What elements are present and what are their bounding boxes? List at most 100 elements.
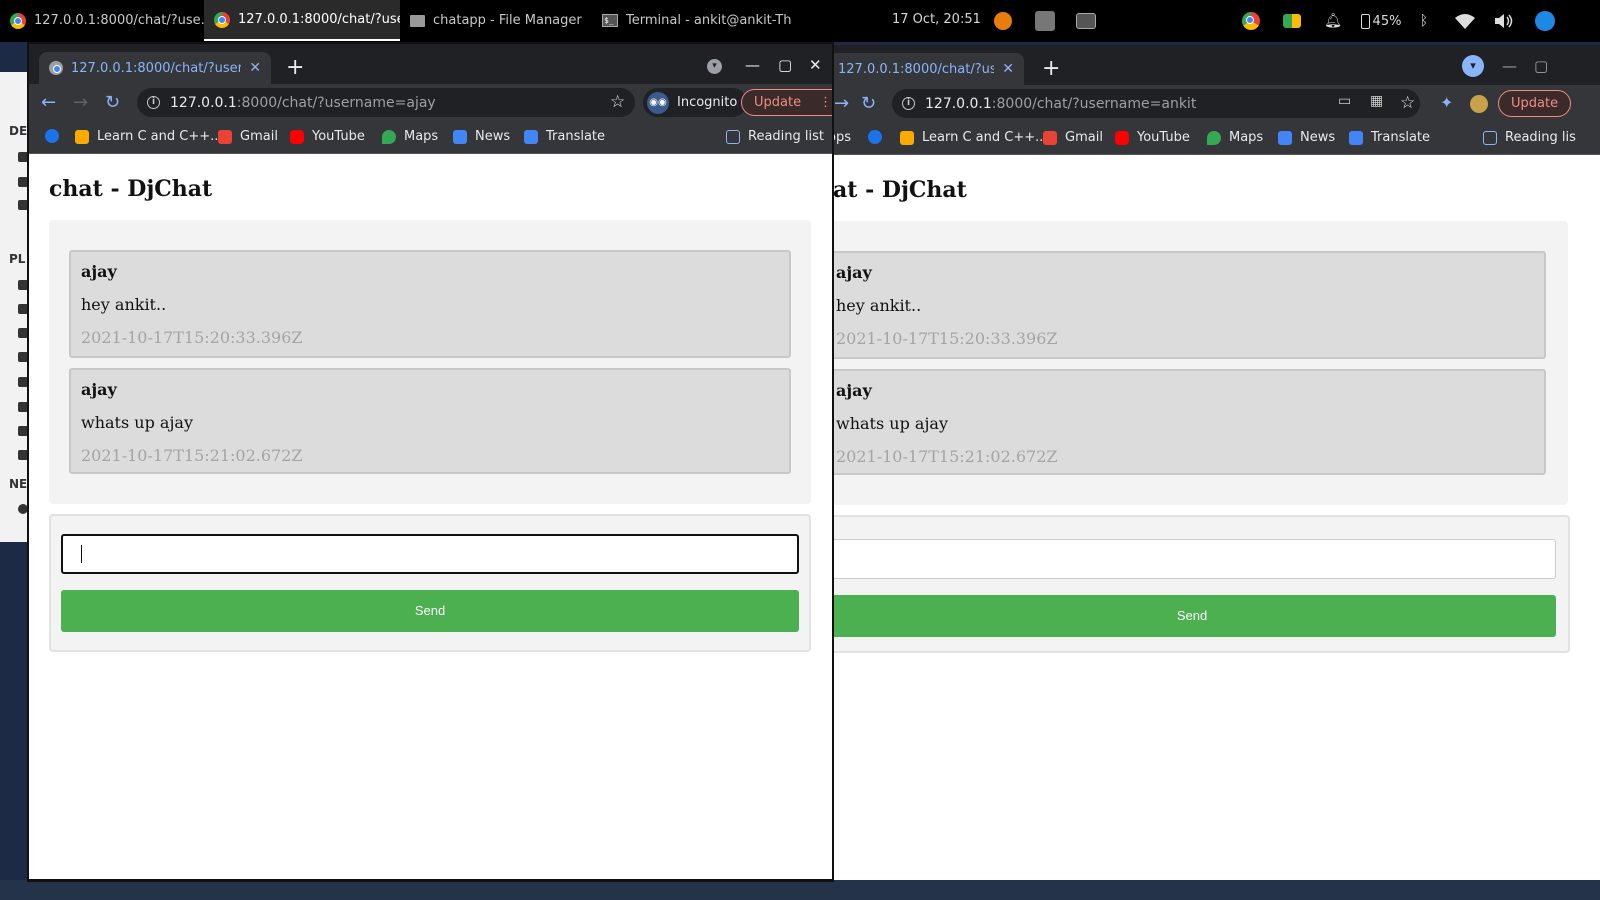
news-icon xyxy=(1278,130,1292,145)
youtube-icon xyxy=(1115,130,1129,145)
bookmark-globe[interactable] xyxy=(45,129,59,143)
battery-indicator[interactable]: 45% xyxy=(1356,10,1406,32)
taskbar-task-terminal[interactable]: $_ Terminal - ankit@ankit-Thi... xyxy=(592,0,792,41)
page-title: chat - DjChat xyxy=(49,176,213,202)
chat-message: ajay hey ankit.. 2021-10-17T15:20:33.396… xyxy=(830,251,1546,359)
system-monitor-icon[interactable] xyxy=(1034,10,1056,32)
bookmark-news[interactable]: News xyxy=(453,129,510,144)
bookmark-translate[interactable]: Translate xyxy=(524,129,605,144)
qr-code-icon[interactable]: ▦ xyxy=(1370,93,1383,109)
bookmark-learn-c[interactable]: Learn C and C++... xyxy=(900,130,1048,145)
bell-icon[interactable]: 🔔︎ xyxy=(1322,10,1344,32)
browser-window-ajay: 127.0.0.1:8000/chat/?username=ajay ✕ + ▾… xyxy=(27,42,834,882)
tab-strip: 127.0.0.1:8000/chat/?username=ankit ✕ + … xyxy=(830,45,1600,85)
bookmark-globe[interactable] xyxy=(868,130,882,144)
terminal-tray-icon[interactable] xyxy=(1075,10,1097,32)
task-label: 127.0.0.1:8000/chat/?use... xyxy=(238,12,400,27)
profile-avatar[interactable] xyxy=(1470,95,1488,113)
update-button[interactable]: Update ⋮ xyxy=(741,89,832,116)
close-icon[interactable]: ✕ xyxy=(1002,61,1014,77)
reload-icon[interactable]: ↻ xyxy=(105,92,120,113)
site-info-icon[interactable]: i xyxy=(902,97,915,110)
message-timestamp: 2021-10-17T15:20:33.396Z xyxy=(81,328,303,347)
update-label: Update xyxy=(1511,96,1559,111)
bookmark-maps[interactable]: Maps xyxy=(1207,130,1263,145)
bookmark-gmail[interactable]: Gmail xyxy=(1043,130,1103,145)
taskbar-task-chrome-2[interactable]: 127.0.0.1:8000/chat/?use... xyxy=(204,0,400,41)
taskbar-task-chrome-1[interactable]: 127.0.0.1:8000/chat/?use... xyxy=(0,0,204,41)
message-username: ajay xyxy=(81,380,117,399)
menu-dots-icon[interactable]: ⋮ xyxy=(819,95,832,110)
forward-arrow-icon[interactable]: → xyxy=(834,93,849,114)
maximize-icon[interactable]: ▢ xyxy=(1534,57,1548,75)
extensions-puzzle-icon[interactable]: ✦ xyxy=(1440,93,1458,112)
tab-search-icon[interactable]: ▾ xyxy=(707,59,722,74)
globe-icon xyxy=(868,130,882,144)
taskbar-task-file-manager[interactable]: chatapp - File Manager xyxy=(400,0,592,41)
reading-list[interactable]: Reading list xyxy=(726,129,824,144)
minimize-icon[interactable]: — xyxy=(1502,57,1517,75)
incognito-indicator[interactable]: ◉◉ Incognito xyxy=(643,88,748,117)
back-arrow-icon[interactable]: ← xyxy=(41,92,56,113)
close-icon[interactable]: ✕ xyxy=(249,60,261,76)
tab-title: 127.0.0.1:8000/chat/?username=ankit xyxy=(838,61,995,77)
close-window-icon[interactable]: ✕ xyxy=(809,56,822,74)
sidebar-section-label: PL xyxy=(9,252,26,266)
new-tab-plus-icon[interactable]: + xyxy=(286,56,304,80)
maps-icon xyxy=(382,129,396,144)
cast-icon[interactable]: ▭ xyxy=(1338,93,1351,109)
bookmark-learn-c[interactable]: Learn C and C++... xyxy=(75,129,223,144)
message-input[interactable] xyxy=(61,534,799,574)
new-tab-plus-icon[interactable]: + xyxy=(1042,57,1060,81)
translate-icon xyxy=(1349,130,1363,145)
send-button[interactable]: Send xyxy=(61,590,799,632)
globe-icon xyxy=(49,61,63,75)
tab-strip: 127.0.0.1:8000/chat/?username=ajay ✕ + ▾… xyxy=(29,44,832,84)
bookmark-star-icon[interactable]: ☆ xyxy=(1400,93,1415,113)
chrome-tray-icon[interactable] xyxy=(1240,10,1262,32)
message-form: Send xyxy=(49,514,811,652)
minimize-icon[interactable]: — xyxy=(745,56,760,74)
message-text: whats up ajay xyxy=(836,414,948,433)
site-info-icon[interactable]: i xyxy=(147,96,160,109)
network-manager-icon[interactable] xyxy=(1534,10,1556,32)
gmail-icon xyxy=(218,129,232,144)
bluetooth-icon[interactable]: ᛒ xyxy=(1413,10,1435,32)
update-button[interactable]: Update xyxy=(1498,90,1572,117)
bookmark-news[interactable]: News xyxy=(1278,130,1335,145)
wifi-icon[interactable] xyxy=(1452,10,1478,32)
desktop-bottom xyxy=(0,880,1600,900)
clock[interactable]: 17 Oct, 20:51 xyxy=(892,12,981,27)
reading-list-icon xyxy=(1483,130,1497,145)
browser-tab[interactable]: 127.0.0.1:8000/chat/?username=ajay ✕ xyxy=(39,52,271,84)
bookmark-maps[interactable]: Maps xyxy=(382,129,438,144)
bookmark-youtube[interactable]: YouTube xyxy=(1115,130,1190,145)
globe-icon xyxy=(45,129,59,143)
maximize-icon[interactable]: ▢ xyxy=(778,56,792,74)
learn-c-icon xyxy=(75,129,89,144)
sidebar-section-label: NE xyxy=(9,477,28,491)
meet-icon[interactable] xyxy=(1281,10,1303,32)
reading-list[interactable]: Reading lis xyxy=(1483,130,1576,145)
address-bar[interactable]: i 127.0.0.1:8000/chat/?username=ajay xyxy=(137,88,635,117)
message-timestamp: 2021-10-17T15:21:02.672Z xyxy=(836,447,1058,466)
tab-search-icon[interactable]: ▾ xyxy=(1462,55,1484,77)
task-label: Terminal - ankit@ankit-Thi... xyxy=(626,13,792,28)
send-button[interactable]: Send xyxy=(830,595,1556,637)
battery-icon xyxy=(1360,13,1370,29)
bookmark-gmail[interactable]: Gmail xyxy=(218,129,278,144)
incognito-icon: ◉◉ xyxy=(647,91,669,114)
folder-icon xyxy=(410,14,425,27)
message-input[interactable] xyxy=(830,539,1556,579)
blender-icon[interactable] xyxy=(992,10,1014,32)
volume-icon[interactable] xyxy=(1493,10,1515,32)
reload-icon[interactable]: ↻ xyxy=(861,93,876,114)
bookmark-star-icon[interactable]: ☆ xyxy=(610,92,625,112)
browser-toolbar: ← → ↻ i 127.0.0.1:8000/chat/?username=aj… xyxy=(29,84,832,121)
forward-arrow-icon[interactable]: → xyxy=(73,92,88,113)
bookmark-youtube[interactable]: YouTube xyxy=(290,129,365,144)
browser-tab[interactable]: 127.0.0.1:8000/chat/?username=ankit ✕ xyxy=(830,53,1024,85)
sidebar-section-label: DE xyxy=(9,124,28,138)
file-manager-sidebar: DE PL NE xyxy=(0,72,30,542)
bookmark-translate[interactable]: Translate xyxy=(1349,130,1430,145)
